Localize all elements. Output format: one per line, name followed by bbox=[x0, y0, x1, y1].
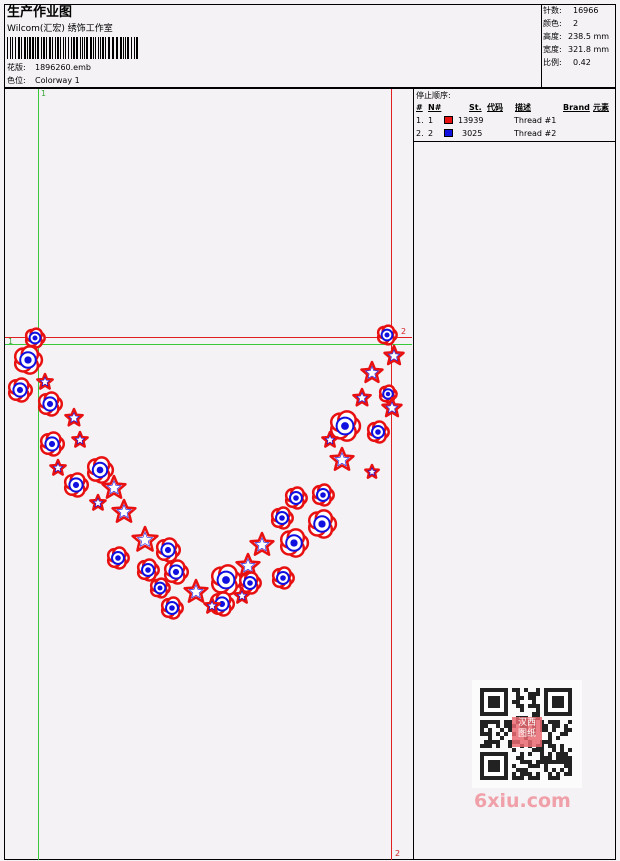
star-flower-motif bbox=[64, 407, 84, 427]
site-watermark: 6xiu.com bbox=[474, 790, 571, 812]
flower-motif bbox=[163, 559, 190, 585]
star-flower-motif bbox=[89, 493, 107, 511]
flower-motif bbox=[270, 506, 294, 530]
star-flower-motif bbox=[383, 344, 405, 366]
flower-motif bbox=[271, 566, 295, 590]
flower-motif bbox=[63, 472, 90, 498]
flower-motif bbox=[210, 564, 243, 596]
flower-motif bbox=[311, 483, 335, 507]
flower-motif bbox=[160, 596, 184, 620]
star-flower-motif bbox=[360, 360, 384, 384]
star-flower-motif bbox=[352, 387, 372, 407]
star-flower-motif bbox=[183, 578, 209, 603]
flower-motif bbox=[366, 420, 390, 444]
flower-motif bbox=[7, 377, 34, 403]
flower-motif bbox=[279, 528, 310, 558]
star-flower-motif bbox=[49, 458, 67, 476]
star-flower-motif bbox=[131, 525, 159, 552]
star-flower-motif bbox=[364, 463, 380, 479]
flower-motif bbox=[39, 431, 66, 457]
flower-motif bbox=[13, 345, 44, 375]
flower-motif bbox=[149, 577, 171, 599]
flower-motif bbox=[284, 486, 308, 510]
qr-stamp-text: 汉西图纸 bbox=[517, 718, 536, 739]
flower-motif bbox=[37, 391, 64, 417]
flower-motif bbox=[24, 327, 46, 349]
flower-motif bbox=[86, 456, 115, 484]
star-flower-motif bbox=[111, 498, 137, 523]
star-flower-motif bbox=[249, 531, 275, 556]
star-flower-motif bbox=[36, 372, 54, 390]
flower-motif bbox=[136, 558, 160, 582]
star-flower-motif bbox=[329, 446, 355, 471]
star-flower-motif bbox=[71, 430, 89, 448]
flower-motif bbox=[307, 509, 338, 539]
flower-motif bbox=[155, 537, 182, 563]
flower-motif bbox=[376, 324, 398, 346]
flower-motif bbox=[106, 546, 130, 570]
